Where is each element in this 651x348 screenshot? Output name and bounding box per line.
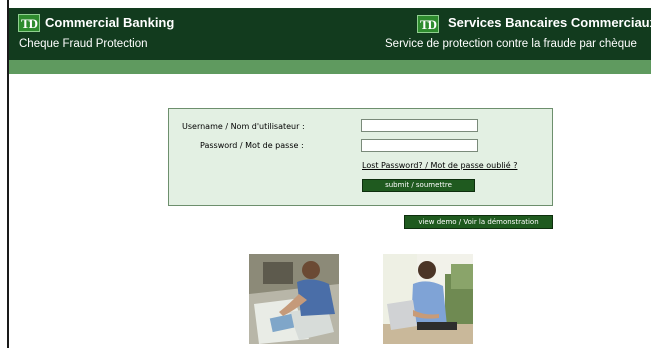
header-title-en: Commercial Banking <box>45 15 175 30</box>
header-title-fr: Services Bancaires Commerciaux <box>448 15 651 30</box>
person-with-laptop-illustration <box>383 254 473 344</box>
person-at-desk-illustration <box>249 254 339 344</box>
login-panel: Username / Nom d'utilisateur : Password … <box>168 108 553 206</box>
page: TD Commercial Banking Cheque Fraud Prote… <box>0 0 651 348</box>
td-logo-icon: TD <box>18 14 40 32</box>
password-label: Password / Mot de passe : <box>200 141 304 150</box>
header-subtitle-fr: Service de protection contre la fraude p… <box>385 38 637 50</box>
person-at-desk-photo <box>249 254 339 344</box>
submit-button[interactable]: submit / soumettre <box>362 179 475 192</box>
username-label: Username / Nom d'utilisateur : <box>182 122 305 131</box>
header-banner: TD Commercial Banking Cheque Fraud Prote… <box>9 8 651 60</box>
password-input[interactable] <box>361 139 478 152</box>
username-input[interactable] <box>361 119 478 132</box>
header-subtitle-en: Cheque Fraud Protection <box>19 38 148 50</box>
view-demo-button[interactable]: view demo / Voir la démonstration <box>404 215 553 229</box>
td-logo-icon: TD <box>417 15 439 33</box>
lost-password-link[interactable]: Lost Password? / Mot de passe oublié ? <box>362 161 517 170</box>
accent-bar <box>9 60 651 74</box>
person-with-laptop-photo <box>383 254 473 344</box>
